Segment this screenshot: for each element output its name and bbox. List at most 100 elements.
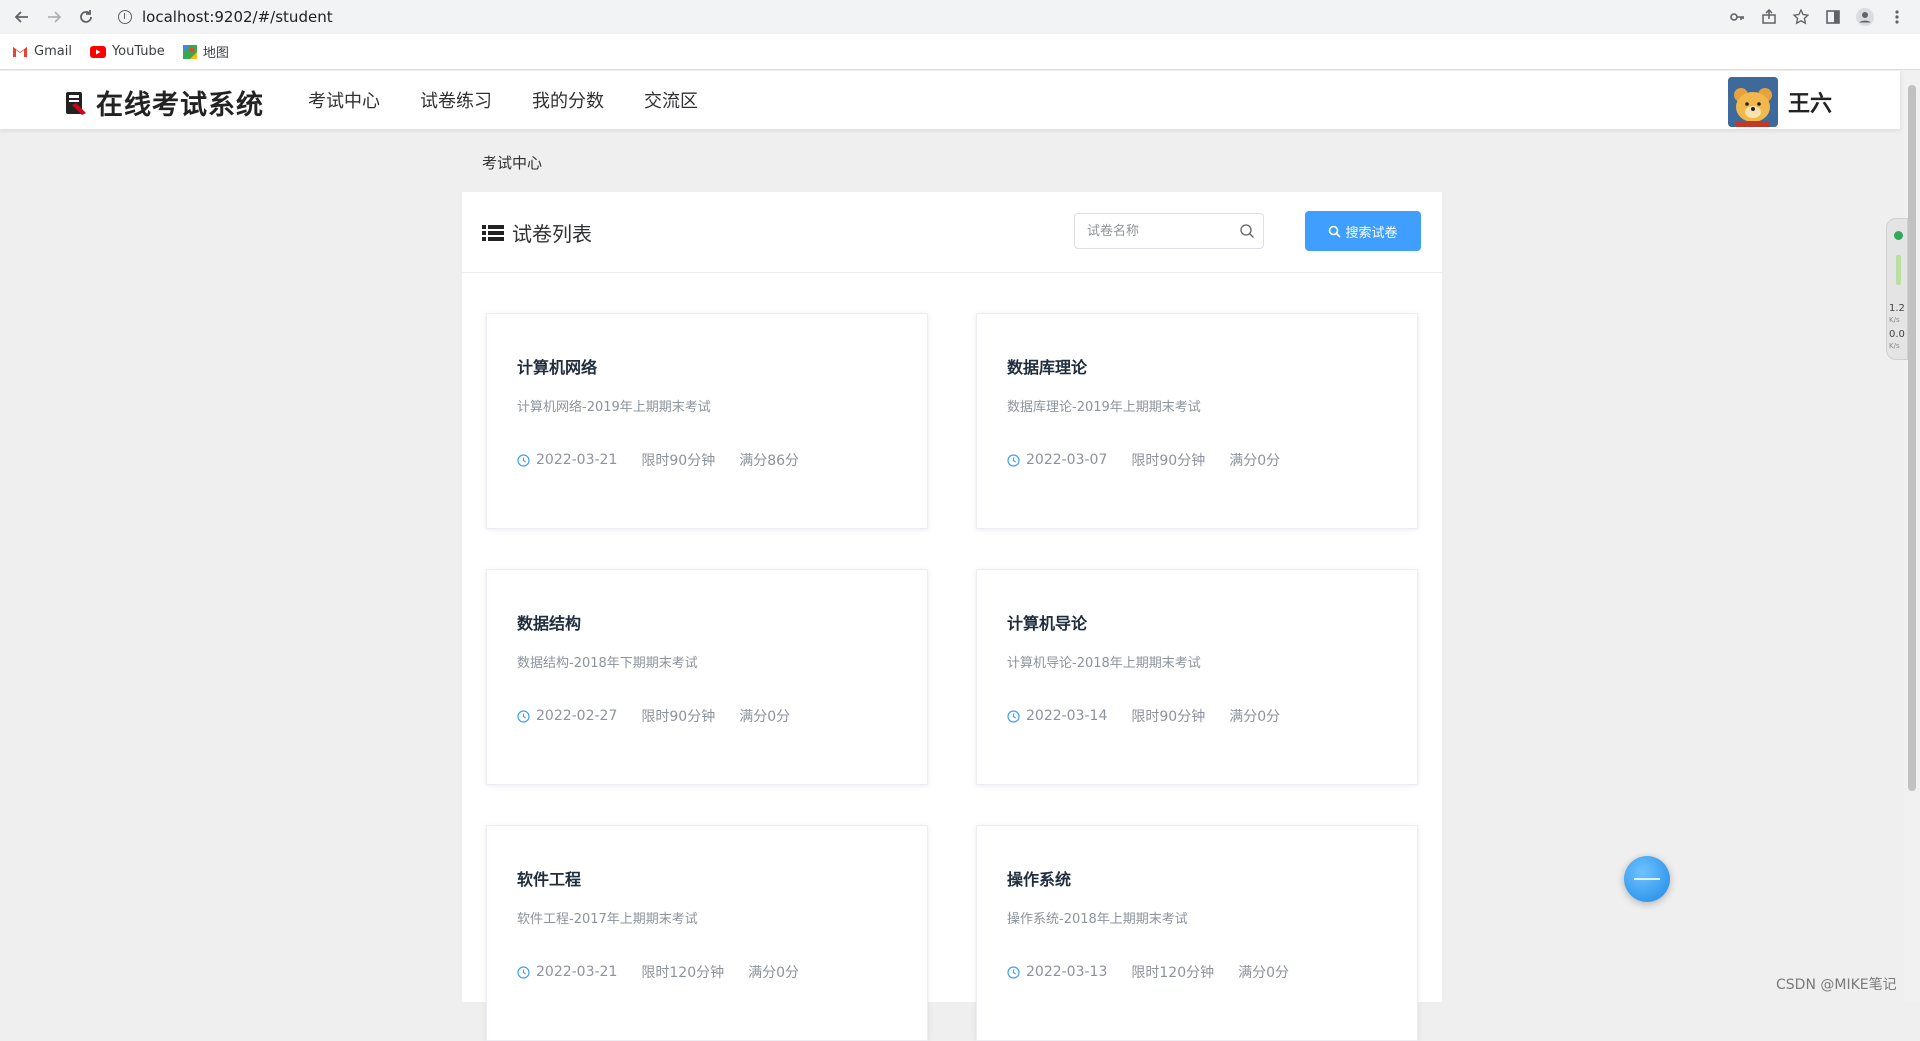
paper-date: 2022-03-13 — [1026, 964, 1108, 980]
main-nav: 考试中心 试卷练习 我的分数 交流区 — [308, 71, 738, 129]
paper-full-score: 满分0分 — [1229, 453, 1281, 469]
search-papers-button[interactable]: 搜索试卷 — [1305, 211, 1421, 251]
back-button[interactable] — [6, 1, 38, 33]
paper-description: 计算机导论-2018年上期期末考试 — [1007, 656, 1201, 671]
nav-my-scores[interactable]: 我的分数 — [532, 87, 604, 113]
paper-time-limit: 限时120分钟 — [641, 965, 725, 981]
profile-icon[interactable] — [1852, 4, 1878, 30]
more-menu-icon[interactable] — [1884, 4, 1910, 30]
panel-header: 试卷列表 搜索试卷 — [462, 192, 1442, 273]
paper-title[interactable]: 计算机导论 — [1007, 610, 1087, 634]
bookmark-youtube[interactable]: YouTube — [89, 44, 165, 59]
paper-full-score: 满分0分 — [1229, 709, 1281, 725]
paper-card[interactable]: 计算机网络计算机网络-2019年上期期末考试 2022-03-21 限时90分钟 满分… — [486, 313, 928, 529]
bookmarks-bar: Gmail YouTube 地图 — [0, 34, 1920, 70]
url-text: localhost:9202/#/student — [142, 8, 333, 26]
paper-full-score: 满分0分 — [1238, 965, 1290, 981]
star-icon[interactable] — [1788, 4, 1814, 30]
arrow-left-icon — [14, 11, 28, 23]
bookmark-label: 地图 — [202, 46, 229, 61]
paper-full-score: 满分0分 — [748, 965, 800, 981]
exam-logo-icon — [66, 91, 86, 115]
paper-time-limit: 限时90分钟 — [1131, 453, 1206, 469]
clock-icon — [1007, 453, 1020, 467]
status-dot — [1894, 231, 1903, 240]
avatar[interactable] — [1728, 77, 1778, 127]
bear-avatar-icon — [1728, 77, 1778, 127]
gmail-icon — [12, 46, 28, 58]
paper-date: 2022-03-14 — [1026, 708, 1108, 724]
logo[interactable]: 在线考试系统 — [64, 83, 264, 122]
upload-unit: K/s — [1889, 316, 1900, 324]
paper-card[interactable]: 软件工程软件工程-2017年上期期末考试 2022-03-21 限时120分钟 满分0… — [486, 825, 928, 1041]
user-menu[interactable]: 王六 — [1728, 77, 1832, 127]
paper-title[interactable]: 数据结构 — [517, 610, 581, 634]
download-unit: K/s — [1889, 342, 1900, 350]
paper-description: 操作系统-2018年上期期末考试 — [1007, 912, 1188, 927]
key-icon[interactable] — [1724, 4, 1750, 30]
side-panel-icon[interactable] — [1820, 4, 1846, 30]
paper-card[interactable]: 数据结构数据结构-2018年下期期末考试 2022-02-27 限时90分钟 满分0分 — [486, 569, 928, 785]
download-speed: 0.0 — [1889, 329, 1905, 340]
paper-full-score: 满分86分 — [739, 453, 800, 469]
paper-date: 2022-03-21 — [536, 452, 618, 468]
reload-button[interactable] — [70, 1, 102, 33]
clock-icon — [517, 965, 530, 979]
paper-title[interactable]: 软件工程 — [517, 866, 581, 890]
bookmark-maps[interactable]: 地图 — [182, 42, 229, 61]
arrow-right-icon — [48, 11, 62, 23]
app-header: 在线考试系统 考试中心 试卷练习 我的分数 交流区 王六 — [0, 71, 1900, 129]
upload-speed: 1.2 — [1889, 303, 1905, 314]
nav-paper-practice[interactable]: 试卷练习 — [420, 87, 492, 113]
paper-meta: 2022-03-21 限时120分钟 满分0分 — [517, 962, 823, 982]
paper-description: 软件工程-2017年上期期末考试 — [517, 912, 698, 927]
bookmark-gmail[interactable]: Gmail — [12, 44, 72, 59]
paper-time-limit: 限时90分钟 — [641, 709, 716, 725]
floating-assistant-button[interactable] — [1624, 856, 1670, 902]
nav-exam-center[interactable]: 考试中心 — [308, 87, 380, 113]
bookmark-label: YouTube — [111, 44, 165, 59]
paper-full-score: 满分0分 — [739, 709, 791, 725]
maps-icon — [182, 44, 197, 59]
clock-icon — [517, 709, 530, 723]
search-input[interactable] — [1085, 222, 1239, 240]
paper-meta: 2022-03-21 限时90分钟 满分86分 — [517, 450, 823, 470]
paper-title[interactable]: 数据库理论 — [1007, 354, 1087, 378]
search-field[interactable] — [1074, 213, 1264, 249]
paper-title[interactable]: 计算机网络 — [517, 354, 597, 378]
list-icon — [482, 224, 504, 241]
page-scrollbar[interactable] — [1904, 71, 1920, 1002]
paper-time-limit: 限时90分钟 — [1131, 709, 1206, 725]
search-icon[interactable] — [1239, 223, 1255, 239]
bookmark-label: Gmail — [34, 44, 72, 59]
paper-description: 计算机网络-2019年上期期末考试 — [517, 400, 711, 415]
paper-date: 2022-03-07 — [1026, 452, 1108, 468]
paper-list-panel: 试卷列表 搜索试卷 计算机网络计算机网络-2019年上期期末考试 2022-03-… — [462, 192, 1442, 1041]
scrollbar-thumb[interactable] — [1908, 85, 1916, 791]
breadcrumb: 考试中心 — [482, 154, 543, 172]
search-icon — [1328, 225, 1342, 238]
network-speed-widget[interactable]: 1.2 K/s 0.0 K/s — [1886, 218, 1908, 360]
browser-actions — [1724, 0, 1920, 34]
paper-description: 数据结构-2018年下期期末考试 — [517, 656, 698, 671]
youtube-icon — [89, 45, 106, 58]
paper-description: 数据库理论-2019年上期期末考试 — [1007, 400, 1201, 415]
panel-title: 试卷列表 — [482, 218, 592, 247]
site-info-icon[interactable] — [118, 10, 132, 24]
paper-card[interactable]: 计算机导论计算机导论-2018年上期期末考试 2022-03-14 限时90分钟 满分… — [976, 569, 1418, 785]
paper-date: 2022-03-21 — [536, 964, 618, 980]
paper-card[interactable]: 数据库理论数据库理论-2019年上期期末考试 2022-03-07 限时90分钟 满分… — [976, 313, 1418, 529]
paper-time-limit: 限时120分钟 — [1131, 965, 1215, 981]
clock-icon — [1007, 965, 1020, 979]
forward-button[interactable] — [38, 1, 70, 33]
paper-card[interactable]: 操作系统操作系统-2018年上期期末考试 2022-03-13 限时120分钟 满分0… — [976, 825, 1418, 1041]
username: 王六 — [1788, 92, 1833, 117]
search-button-label: 搜索试卷 — [1345, 225, 1398, 241]
nav-forum[interactable]: 交流区 — [644, 87, 698, 113]
share-icon[interactable] — [1756, 4, 1782, 30]
speed-bar — [1896, 255, 1901, 285]
paper-meta: 2022-03-13 限时120分钟 满分0分 — [1007, 962, 1313, 982]
paper-date: 2022-02-27 — [536, 708, 618, 724]
paper-title[interactable]: 操作系统 — [1007, 866, 1071, 890]
address-bar[interactable]: localhost:9202/#/student — [108, 3, 1728, 31]
